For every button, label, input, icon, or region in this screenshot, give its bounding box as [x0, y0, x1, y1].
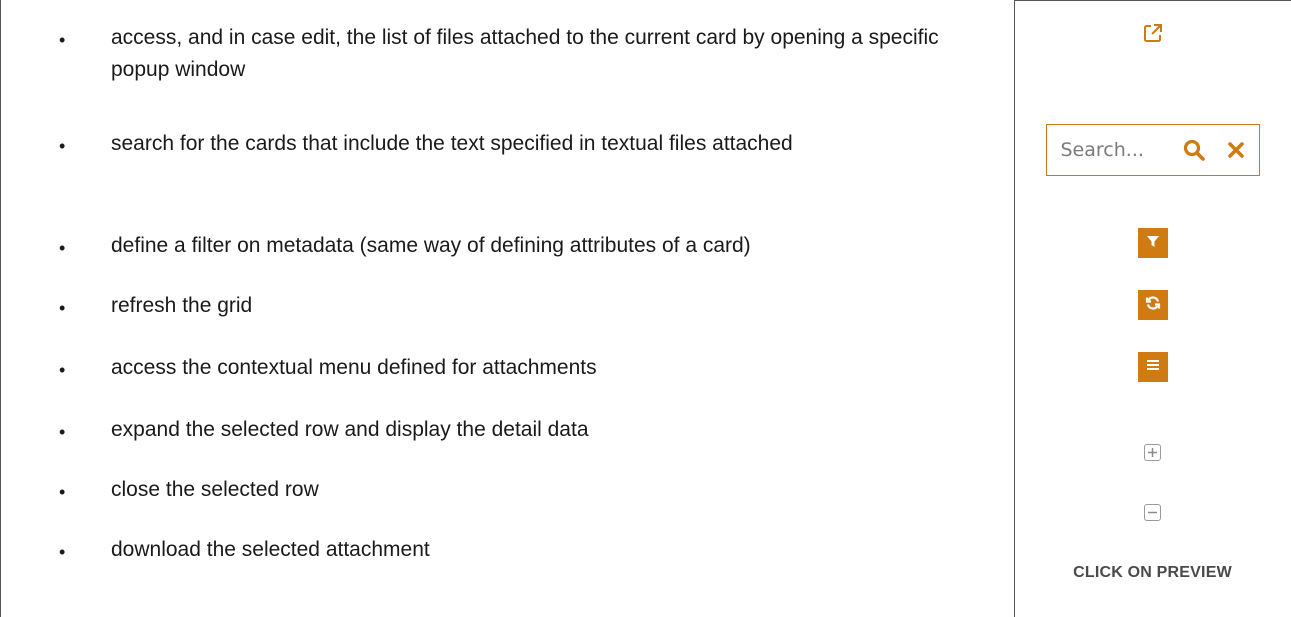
filter-cell	[1014, 228, 1291, 258]
expand-row-icon[interactable]	[1144, 444, 1161, 461]
external-link-icon[interactable]	[1142, 22, 1164, 49]
table-left-border	[0, 0, 1, 617]
preview-cell: CLICK ON PREVIEW	[1014, 564, 1291, 582]
attachments-feature-table: • access, and in case edit, the list of …	[0, 0, 1291, 617]
contextual-menu-button[interactable]	[1137, 352, 1168, 382]
bullet: •	[59, 238, 66, 258]
list-item-text: access the contextual menu defined for a…	[111, 356, 597, 379]
list-item-text: close the selected row	[111, 478, 319, 501]
bullet: •	[59, 542, 66, 562]
external-link-cell	[1014, 22, 1291, 49]
search-icon[interactable]	[1183, 139, 1205, 161]
preview-label: CLICK ON PREVIEW	[1073, 564, 1232, 581]
collapse-row-icon[interactable]	[1144, 504, 1161, 521]
filter-icon	[1146, 234, 1160, 253]
list-item-text: refresh the grid	[111, 294, 253, 317]
list-item-text: expand the selected row and display the …	[111, 418, 589, 441]
list-item-text: search for the cards that include the te…	[111, 132, 793, 155]
collapse-row-cell	[1014, 504, 1291, 521]
bullet: •	[59, 422, 66, 442]
menu-cell	[1014, 352, 1291, 382]
bullet: •	[59, 360, 66, 380]
bullet: •	[59, 136, 66, 156]
table-top-border	[1014, 0, 1291, 1]
list-item-text: define a filter on metadata (same way of…	[111, 234, 751, 257]
list-item-text: access, and in case edit, the list of fi…	[111, 26, 939, 81]
search-input[interactable]: Search...	[1045, 124, 1260, 176]
refresh-button[interactable]	[1137, 290, 1168, 320]
expand-row-cell	[1014, 444, 1291, 461]
list-item-text: download the selected attachment	[111, 538, 430, 561]
search-placeholder: Search...	[1060, 139, 1144, 161]
search-cell: Search...	[1014, 124, 1291, 176]
bullet: •	[59, 482, 66, 502]
bullet: •	[59, 298, 66, 318]
refresh-icon	[1145, 295, 1161, 316]
bullet: •	[59, 30, 66, 50]
close-icon[interactable]	[1227, 141, 1245, 159]
refresh-cell	[1014, 290, 1291, 320]
filter-button[interactable]	[1137, 228, 1168, 258]
menu-icon	[1146, 358, 1160, 377]
